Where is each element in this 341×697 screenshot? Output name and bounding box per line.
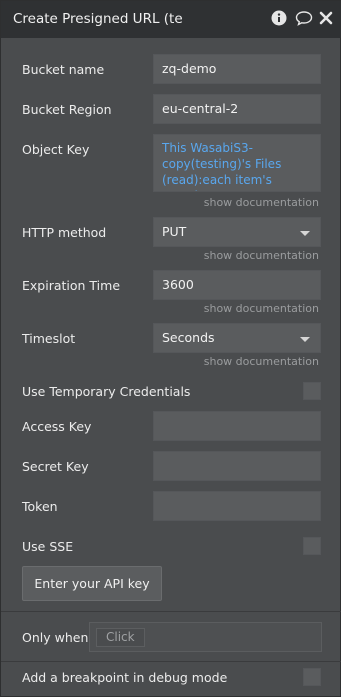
panel-title: Create Presigned URL (te [13,11,183,27]
action-panel: Create Presigned URL (te Bucket name zq-… [0,0,341,697]
only-when-label: Only when [22,630,89,645]
use-temp-credentials-label: Use Temporary Credentials [22,384,191,399]
bucket-region-field[interactable]: eu-central-2 [153,94,321,124]
section-divider [1,611,341,612]
chevron-down-icon [300,337,310,342]
expiration-time-show-documentation[interactable]: show documentation [204,302,319,315]
timeslot-dropdown[interactable]: Seconds [153,323,321,353]
secret-key-field[interactable] [153,451,321,481]
bucket-name-label: Bucket name [22,62,105,77]
only-when-click-chip[interactable]: Click [96,628,145,647]
expiration-time-field[interactable]: 3600 [153,270,321,300]
comment-icon[interactable] [295,10,313,26]
enter-api-key-button[interactable]: Enter your API key [22,566,162,601]
chevron-down-icon [300,231,310,236]
object-key-show-documentation[interactable]: show documentation [204,196,319,209]
http-method-dropdown[interactable]: PUT [153,217,321,247]
timeslot-value: Seconds [162,330,215,345]
info-icon[interactable] [271,10,287,26]
bucket-name-field[interactable]: zq-demo [153,54,321,84]
http-method-value: PUT [162,224,187,239]
breakpoint-label: Add a breakpoint in debug mode [22,670,228,685]
close-icon[interactable] [319,10,335,26]
http-method-label: HTTP method [22,225,107,240]
secret-key-label: Secret Key [22,459,89,474]
title-icons [271,10,335,26]
token-field[interactable] [153,491,321,521]
panel-titlebar: Create Presigned URL (te [1,1,341,38]
use-temp-credentials-checkbox[interactable] [303,382,321,400]
object-key-field[interactable]: This WasabiS3-copy(testing)'s Files (rea… [153,134,321,192]
bucket-region-label: Bucket Region [22,102,112,117]
use-sse-label: Use SSE [22,539,74,554]
use-sse-checkbox[interactable] [303,537,321,555]
breakpoint-checkbox[interactable] [303,668,321,686]
timeslot-show-documentation[interactable]: show documentation [204,355,319,368]
token-label: Token [22,499,58,514]
object-key-label: Object Key [22,142,90,157]
access-key-label: Access Key [22,419,92,434]
http-method-show-documentation[interactable]: show documentation [204,249,319,262]
access-key-field[interactable] [153,411,321,441]
section-divider [1,661,341,662]
timeslot-label: Timeslot [22,331,76,346]
object-key-expression[interactable]: This WasabiS3-copy(testing)'s Files (rea… [162,141,281,191]
only-when-field[interactable]: Click [89,622,322,652]
expiration-time-label: Expiration Time [22,278,121,293]
